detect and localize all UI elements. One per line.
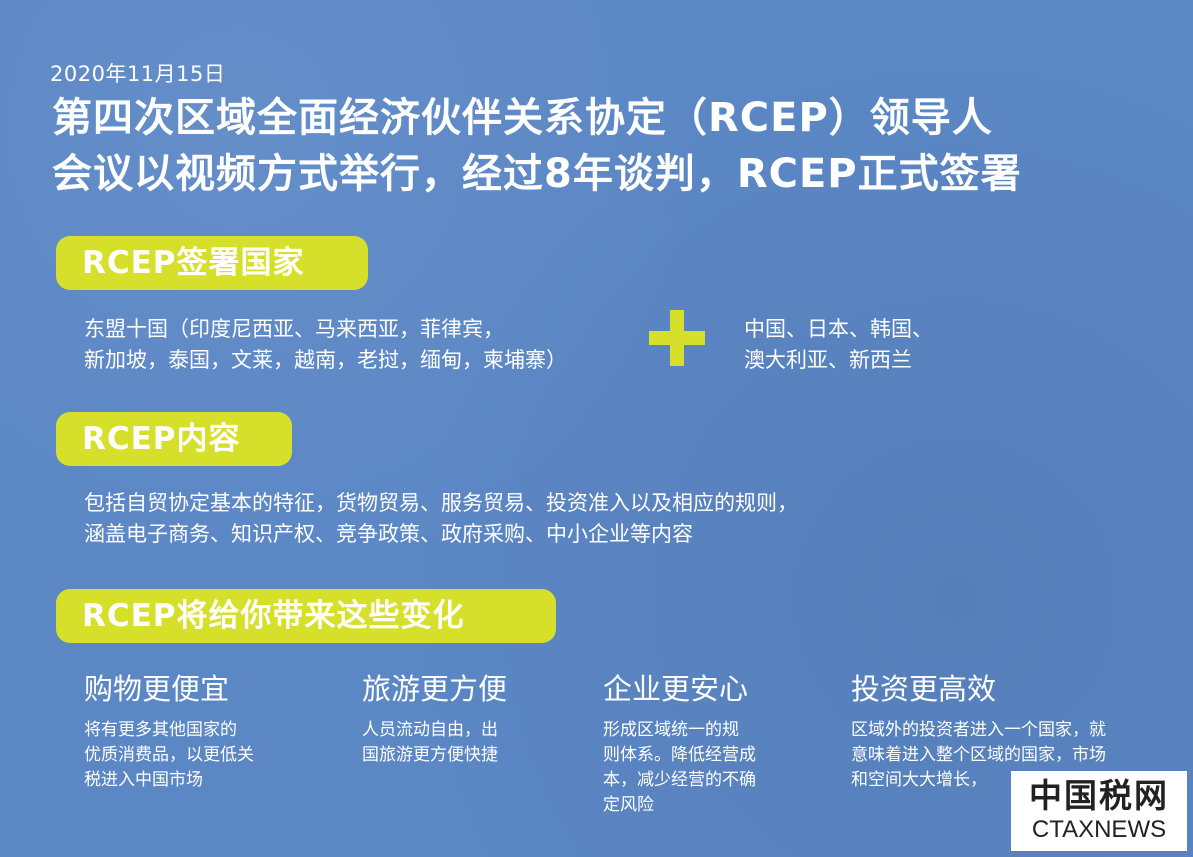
benefit-title: 旅游更方便 — [362, 672, 508, 706]
benefit-title: 投资更高效 — [851, 672, 997, 706]
plus-icon-vertical-bar — [670, 310, 684, 366]
benefit-title: 购物更便宜 — [84, 672, 230, 706]
benefit-travel: 旅游更方便 人员流动自由，出 国旅游更方便快捷 — [362, 668, 562, 768]
benefit-title: 企业更安心 — [603, 672, 749, 706]
date-label: 2020年11月15日 — [50, 62, 226, 86]
plus-icon — [649, 310, 705, 366]
benefit-desc-line: 形成区域统一的规 — [603, 720, 739, 740]
asean-members-text: 东盟十国（印度尼西亚、马来西亚，菲律宾， 新加坡，泰国，文莱，越南，老挝，缅甸，… — [84, 314, 567, 376]
headline: 第四次区域全面经济伙伴关系协定（RCEP）领导人 会议以视频方式举行，经过8年谈… — [52, 90, 1172, 202]
content-text: 包括自贸协定基本的特征，货物贸易、服务贸易、投资准入以及相应的规则， 涵盖电子商… — [84, 488, 798, 550]
headline-line-2: 会议以视频方式举行，经过8年谈判，RCEP正式签署 — [52, 151, 1022, 197]
watermark-logo: 中国税网 CTAXNEWS — [1011, 771, 1187, 851]
other-members-line-1: 中国、日本、韩国、 — [744, 317, 933, 341]
benefit-desc-line: 人员流动自由，出 — [362, 720, 498, 740]
benefit-shopping: 购物更便宜 将有更多其他国家的 优质消费品，以更低关 税进入中国市场 — [84, 668, 314, 793]
benefit-business: 企业更安心 形成区域统一的规 则体系。降低经营成 本，减少经营的不确 定风险 — [603, 668, 803, 818]
benefit-desc-line: 国旅游更方便快捷 — [362, 745, 498, 765]
watermark-en: CTAXNEWS — [1031, 816, 1167, 843]
asean-members-line-2: 新加坡，泰国，文莱，越南，老挝，缅甸，柬埔寨） — [84, 348, 567, 372]
benefit-desc-line: 则体系。降低经营成 — [603, 745, 756, 765]
other-members-line-2: 澳大利亚、新西兰 — [744, 348, 912, 372]
benefit-desc-line: 区域外的投资者进入一个国家，就 — [851, 720, 1106, 740]
benefit-desc-line: 本，减少经营的不确 — [603, 770, 756, 790]
benefit-description: 形成区域统一的规 则体系。降低经营成 本，减少经营的不确 定风险 — [603, 718, 803, 818]
content-line-1: 包括自贸协定基本的特征，货物贸易、服务贸易、投资准入以及相应的规则， — [84, 491, 798, 515]
asean-members-line-1: 东盟十国（印度尼西亚、马来西亚，菲律宾， — [84, 317, 504, 341]
section-pill-members: RCEP签署国家 — [56, 236, 368, 290]
benefit-description: 人员流动自由，出 国旅游更方便快捷 — [362, 718, 562, 768]
benefit-description: 将有更多其他国家的 优质消费品，以更低关 税进入中国市场 — [84, 718, 314, 793]
section-pill-content: RCEP内容 — [56, 412, 292, 466]
content-line-2: 涵盖电子商务、知识产权、竞争政策、政府采购、中小企业等内容 — [84, 522, 693, 546]
benefit-desc-line: 将有更多其他国家的 — [84, 720, 237, 740]
headline-line-1: 第四次区域全面经济伙伴关系协定（RCEP）领导人 — [52, 95, 993, 141]
poster: 2020年11月15日 第四次区域全面经济伙伴关系协定（RCEP）领导人 会议以… — [0, 0, 1193, 857]
other-members-text: 中国、日本、韩国、 澳大利亚、新西兰 — [744, 314, 933, 376]
benefit-desc-line: 税进入中国市场 — [84, 770, 203, 790]
watermark-cn: 中国税网 — [1029, 776, 1169, 815]
benefit-desc-line: 优质消费品，以更低关 — [84, 745, 254, 765]
benefit-desc-line: 意味着进入整个区域的国家，市场 — [851, 745, 1106, 765]
benefit-desc-line: 定风险 — [603, 795, 654, 815]
section-pill-changes: RCEP将给你带来这些变化 — [56, 589, 556, 643]
